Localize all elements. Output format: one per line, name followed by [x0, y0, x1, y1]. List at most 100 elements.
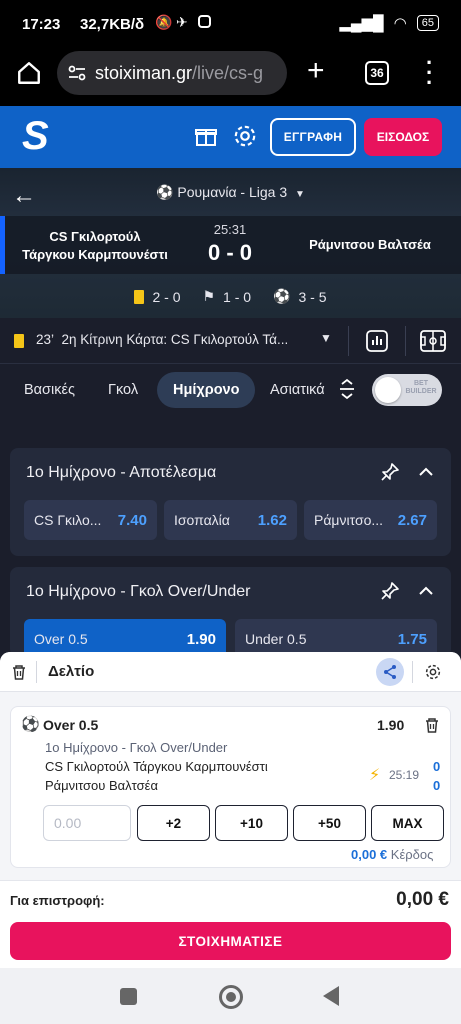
quick-stake-50-button[interactable]: +50: [293, 805, 366, 841]
shot-icon: ⚽: [273, 288, 291, 304]
mute-icon: 🔕: [155, 14, 173, 30]
register-button[interactable]: ΕΓΓΡΑΦΗ: [270, 118, 356, 156]
url-path: /live/cs-g: [192, 62, 264, 83]
status-time: 17:23: [22, 16, 61, 33]
home-score: 0: [433, 759, 441, 774]
quick-stake-max-button[interactable]: MAX: [371, 805, 444, 841]
event-ticker[interactable]: 23’ 2η Κίτρινη Κάρτα: CS Γκιλορτούλ Τά..…: [0, 318, 461, 364]
market-title: 1ο Ημίχρονο - Γκολ Over/Under: [26, 583, 251, 600]
bet-builder-toggle[interactable]: BET BUILDER: [372, 374, 442, 406]
settings-icon[interactable]: [424, 663, 442, 681]
battery-icon: 65: [416, 15, 439, 31]
divider: [405, 326, 406, 356]
home-team: CS Γκιλορτούλ Τάργκου Καρμπουνέστι: [10, 228, 180, 264]
odd-button-draw[interactable]: Ισοπαλία 1.62: [164, 500, 297, 540]
recents-icon[interactable]: [120, 988, 137, 1005]
chevron-up-icon[interactable]: [416, 581, 436, 601]
return-value: 0,00 €: [396, 889, 449, 910]
site-settings-icon[interactable]: [67, 63, 87, 83]
bet-builder-label: BET BUILDER: [405, 380, 437, 395]
selection-away-team: Ράμνιτσου Βαλτσέα: [45, 778, 158, 793]
chevron-up-icon[interactable]: [416, 462, 436, 482]
corners-value: 1 - 0: [223, 288, 252, 305]
yellow-cards-stat: 2 - 0: [134, 288, 180, 305]
bet-selection-card: ⚽ Over 0.5 1.90 1ο Ημίχρονο - Γκολ Over/…: [10, 706, 451, 868]
share-icon[interactable]: [376, 658, 404, 686]
selection-name: Over 0.5: [43, 717, 99, 733]
chevron-down-icon[interactable]: ▼: [320, 331, 332, 345]
selection-time: 25:19: [389, 768, 420, 782]
shots-stat: ⚽ 3 - 5: [273, 288, 326, 305]
site-logo[interactable]: S: [22, 116, 49, 156]
instagram-icon: [198, 15, 211, 28]
stake-input[interactable]: 0.00: [43, 805, 131, 841]
gift-icon[interactable]: [192, 122, 220, 150]
trash-icon[interactable]: [10, 663, 28, 681]
settings-icon[interactable]: [231, 122, 259, 150]
pin-icon[interactable]: [380, 462, 400, 482]
bet-slip-header[interactable]: Δελτίο: [0, 652, 461, 692]
odd-button-away[interactable]: Ράμνιτσο... 2.67: [304, 500, 437, 540]
home-team-line1: CS Γκιλορτούλ: [49, 229, 141, 244]
match-header: ← ⚽ Ρουμανία - Liga 3 ▼ CS Γκιλορτούλ Τά…: [0, 168, 461, 318]
home-icon[interactable]: [16, 60, 42, 86]
odd-label: Over 0.5: [34, 631, 88, 647]
more-menu-icon[interactable]: · · ·: [426, 52, 433, 94]
tab-asian[interactable]: Ασιατικά: [270, 372, 325, 408]
soccer-ball-icon: ⚽: [156, 184, 174, 200]
stats-chart-icon[interactable]: [365, 329, 389, 353]
league-selector[interactable]: ⚽ Ρουμανία - Liga 3 ▼: [0, 184, 461, 201]
quick-stake-10-button[interactable]: +10: [215, 805, 288, 841]
signal-icon: ▂▄▆█: [339, 15, 384, 32]
corners-stat: ⚑ 1 - 0: [202, 288, 251, 305]
yellow-card-icon: [134, 289, 145, 304]
pitch-icon[interactable]: [420, 330, 446, 352]
odd-button-home[interactable]: CS Γκιλο... 7.40: [24, 500, 157, 540]
tab-half-time[interactable]: Ημίχρονο: [157, 372, 256, 408]
odd-label: Ράμνιτσο...: [314, 512, 384, 528]
new-tab-icon[interactable]: +: [307, 54, 325, 88]
wifi-icon: ◠: [393, 15, 407, 32]
divider: [348, 326, 349, 356]
market-card-half-time-over-under: 1ο Ημίχρονο - Γκολ Over/Under Over 0.5 1…: [10, 567, 451, 657]
login-button[interactable]: ΕΙΣΟΔΟΣ: [364, 118, 442, 156]
selection-odd: 1.90: [377, 717, 405, 733]
tab-basic[interactable]: Βασικές: [24, 372, 75, 408]
event-description: 2η Κίτρινη Κάρτα: CS Γκιλορτούλ Τά...: [61, 332, 289, 347]
scoreboard: CS Γκιλορτούλ Τάργκου Καρμπουνέστι 25:31…: [0, 216, 461, 274]
tab-switcher-button[interactable]: 36: [365, 61, 389, 85]
telegram-icon: ✈: [176, 14, 188, 30]
league-name: Ρουμανία - Liga 3: [177, 184, 288, 200]
status-bar: 17:23 32,7KB/δ 🔕 ✈ ▂▄▆█ ◠ 65: [0, 0, 461, 48]
url-bar[interactable]: stoiximan.gr/live/cs-g: [57, 51, 287, 95]
tab-goals[interactable]: Γκολ: [108, 372, 138, 408]
odd-value: 2.67: [397, 511, 427, 529]
market-card-half-time-result: 1ο Ημίχρονο - Αποτέλεσμα CS Γκιλο... 7.4…: [10, 448, 451, 556]
shots-value: 3 - 5: [298, 288, 327, 305]
odd-label: CS Γκιλο...: [34, 512, 102, 528]
system-nav-bar: [0, 968, 461, 1024]
odd-value: 7.40: [117, 511, 147, 529]
odd-value: 1.75: [397, 630, 427, 648]
pin-icon[interactable]: [380, 581, 400, 601]
chevron-down-icon: ▼: [295, 189, 305, 200]
home-team-line2: Τάργκου Καρμπουνέστι: [22, 247, 168, 262]
remove-selection-icon[interactable]: [423, 716, 441, 734]
expand-collapse-icon[interactable]: [338, 378, 356, 400]
selection-home-team: CS Γκιλορτούλ Τάργκου Καρμπουνέστι: [45, 759, 268, 774]
winnings-label: Κέρδος: [390, 847, 434, 862]
back-triangle-icon[interactable]: [323, 986, 339, 1006]
odd-label: Under 0.5: [245, 631, 307, 647]
toggle-knob: [375, 377, 401, 403]
event-text: 23’ 2η Κίτρινη Κάρτα: CS Γκιλορτούλ Τά..…: [36, 332, 312, 347]
odd-value: 1.62: [257, 511, 287, 529]
corner-flag-icon: ⚑: [202, 288, 216, 304]
match-stats: 2 - 0 ⚑ 1 - 0 ⚽ 3 - 5: [0, 288, 461, 305]
place-bet-button[interactable]: ΣΤΟΙΧΗΜΑΤΙΣΕ: [10, 922, 451, 960]
event-minute: 23’: [36, 332, 55, 347]
away-score: 0: [433, 778, 441, 793]
home-button-icon[interactable]: [219, 985, 243, 1009]
quick-stake-2-button[interactable]: +2: [137, 805, 210, 841]
site-header: S ΕΓΓΡΑΦΗ ΕΙΣΟΔΟΣ: [0, 106, 461, 168]
match-clock: 25:31: [213, 222, 247, 237]
